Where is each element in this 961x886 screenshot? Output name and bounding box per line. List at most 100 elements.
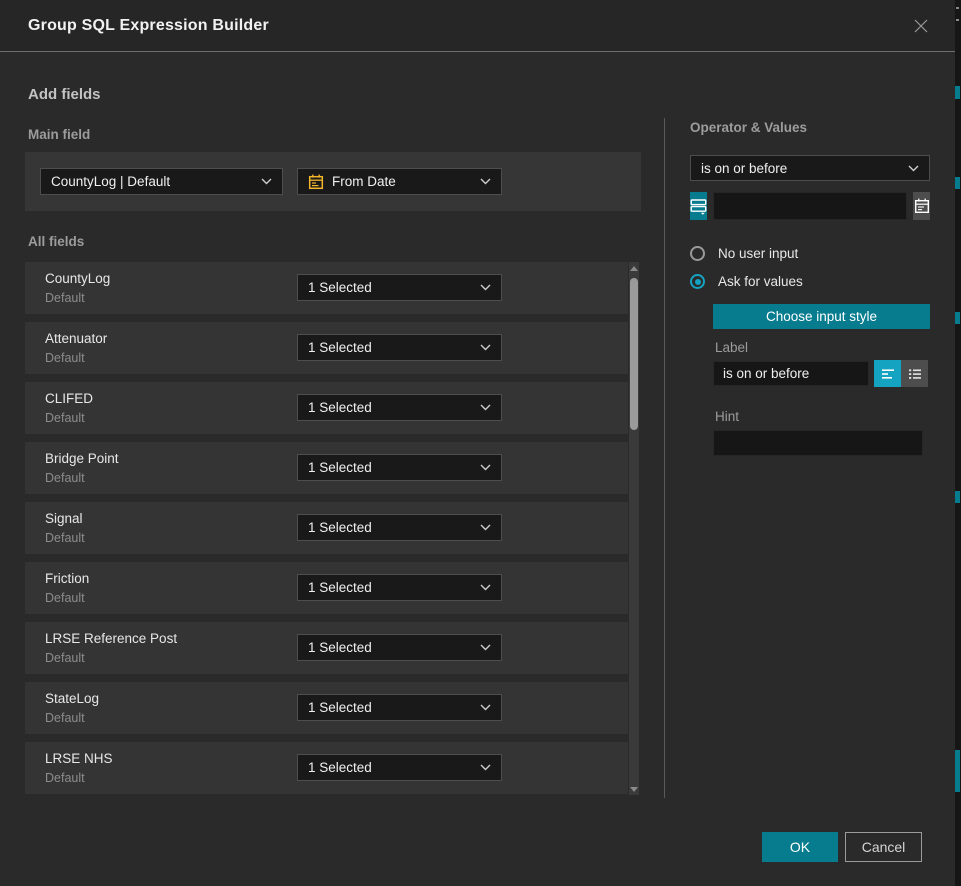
chevron-down-icon: [480, 524, 491, 531]
field-name: LRSE NHS: [45, 751, 113, 766]
list-scrollbar[interactable]: [629, 262, 639, 795]
field-values-select[interactable]: 1 Selected: [297, 274, 502, 301]
scrollbar-thumb[interactable]: [630, 278, 638, 430]
field-values-select[interactable]: 1 Selected: [297, 514, 502, 541]
main-field-panel: CountyLog | Default From Date: [25, 152, 641, 211]
add-fields-heading: Add fields: [28, 86, 101, 103]
value-input[interactable]: [713, 192, 907, 220]
field-name: LRSE Reference Post: [45, 631, 177, 646]
field-row-labels: Signal Default: [45, 511, 85, 545]
field-values-select[interactable]: 1 Selected: [297, 634, 502, 661]
field-row-labels: StateLog Default: [45, 691, 99, 725]
chevron-down-icon: [480, 344, 491, 351]
list-style-button[interactable]: [901, 360, 928, 387]
chevron-down-icon: [480, 404, 491, 411]
label-entry-row: [713, 360, 930, 387]
single-line-style-button[interactable]: [874, 360, 901, 387]
main-field-label: Main field: [28, 127, 90, 142]
selected-count: 1 Selected: [308, 760, 372, 775]
field-values-select[interactable]: 1 Selected: [297, 394, 502, 421]
field-row: StateLog Default 1 Selected: [25, 682, 628, 734]
radio-button-icon[interactable]: [690, 246, 705, 261]
field-row: CountyLog Default 1 Selected: [25, 262, 628, 314]
field-values-select[interactable]: 1 Selected: [297, 754, 502, 781]
field-name: Signal: [45, 511, 85, 526]
selected-count: 1 Selected: [308, 400, 372, 415]
main-field-field-value: From Date: [332, 174, 396, 189]
field-values-select[interactable]: 1 Selected: [297, 454, 502, 481]
field-name: CLIFED: [45, 391, 93, 406]
field-name: Friction: [45, 571, 89, 586]
field-source: Default: [45, 711, 99, 725]
main-field-field-select[interactable]: From Date: [297, 168, 502, 195]
chevron-down-icon: [480, 178, 491, 185]
field-row-labels: Bridge Point Default: [45, 451, 119, 485]
field-source: Default: [45, 411, 93, 425]
scroll-up-arrow-icon[interactable]: [630, 266, 638, 271]
field-row: LRSE NHS Default 1 Selected: [25, 742, 628, 794]
field-name: Attenuator: [45, 331, 107, 346]
operator-select[interactable]: is on or before: [690, 155, 930, 181]
calendar-icon: [914, 198, 930, 214]
background-accent-mark: [955, 750, 960, 792]
selected-count: 1 Selected: [308, 520, 372, 535]
field-values-select[interactable]: 1 Selected: [297, 694, 502, 721]
field-source: Default: [45, 351, 107, 365]
scroll-down-arrow-icon[interactable]: [630, 787, 638, 792]
chevron-down-icon: [480, 284, 491, 291]
background-artifact: [956, 19, 959, 21]
chevron-down-icon: [480, 464, 491, 471]
hint-input[interactable]: [713, 430, 923, 456]
value-entry-row: [690, 192, 930, 220]
radio-ask-for-values[interactable]: Ask for values: [690, 274, 930, 289]
radio-ask-for-values-label: Ask for values: [718, 274, 803, 289]
selected-count: 1 Selected: [308, 580, 372, 595]
bulleted-list-icon: [907, 366, 923, 382]
field-row: Friction Default 1 Selected: [25, 562, 628, 614]
field-name: StateLog: [45, 691, 99, 706]
selected-count: 1 Selected: [308, 460, 372, 475]
dialog-titlebar: Group SQL Expression Builder: [0, 0, 955, 52]
choose-input-style-button[interactable]: Choose input style: [713, 304, 930, 329]
field-source: Default: [45, 771, 113, 785]
field-source: Default: [45, 531, 85, 545]
field-row: Attenuator Default 1 Selected: [25, 322, 628, 374]
close-icon[interactable]: [909, 14, 933, 38]
field-values-select[interactable]: 1 Selected: [297, 334, 502, 361]
field-values-select[interactable]: 1 Selected: [297, 574, 502, 601]
chevron-down-icon: [261, 178, 272, 185]
chevron-down-icon: [480, 764, 491, 771]
date-picker-button[interactable]: [913, 192, 930, 220]
align-left-icon: [880, 366, 896, 382]
field-source: Default: [45, 591, 89, 605]
dialog-footer: OK Cancel: [762, 832, 922, 862]
background-app-strip: [955, 0, 961, 886]
field-name: Bridge Point: [45, 451, 119, 466]
input-type-button[interactable]: [690, 192, 707, 220]
label-input[interactable]: [713, 361, 869, 386]
selected-count: 1 Selected: [308, 640, 372, 655]
operator-values-panel: Operator & Values is on or before: [690, 120, 930, 456]
dialog-title: Group SQL Expression Builder: [28, 17, 269, 35]
field-source: Default: [45, 471, 119, 485]
main-field-layer-select[interactable]: CountyLog | Default: [40, 168, 283, 195]
chevron-down-icon: [480, 704, 491, 711]
field-row: CLIFED Default 1 Selected: [25, 382, 628, 434]
background-accent-mark: [955, 491, 960, 503]
background-accent-mark: [955, 86, 960, 99]
field-source: Default: [45, 651, 177, 665]
background-artifact: [956, 7, 959, 9]
chevron-down-icon: [480, 644, 491, 651]
field-row-labels: LRSE NHS Default: [45, 751, 113, 785]
field-row-labels: CountyLog Default: [45, 271, 110, 305]
background-accent-mark: [955, 177, 960, 189]
radio-no-user-input[interactable]: No user input: [690, 246, 930, 261]
label-field-label: Label: [715, 340, 930, 355]
ok-button[interactable]: OK: [762, 832, 838, 862]
main-field-layer-value: CountyLog | Default: [51, 174, 170, 189]
calendar-icon: [308, 174, 324, 190]
field-row-labels: CLIFED Default: [45, 391, 93, 425]
selected-count: 1 Selected: [308, 340, 372, 355]
cancel-button[interactable]: Cancel: [845, 832, 922, 862]
radio-button-selected-icon[interactable]: [690, 274, 705, 289]
